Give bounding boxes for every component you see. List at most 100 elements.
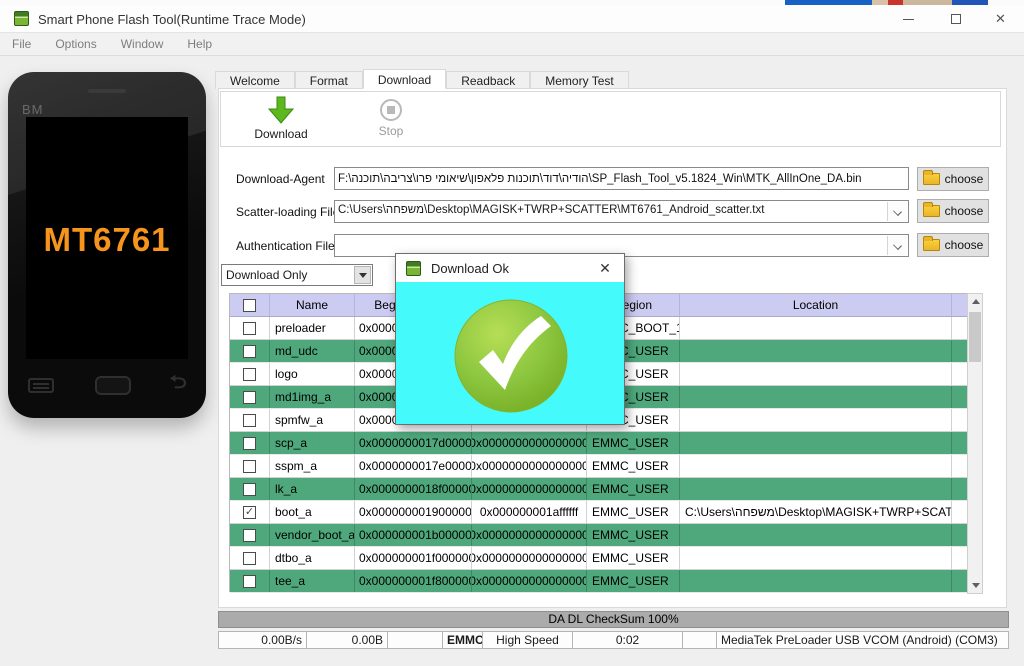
cell-region: EMMC_USER — [587, 570, 680, 592]
scroll-up-icon[interactable] — [972, 299, 980, 304]
stop-icon — [380, 99, 402, 121]
cell-region: EMMC_USER — [587, 524, 680, 546]
dialog-title-bar[interactable]: Download Ok ✕ — [396, 254, 624, 282]
spflashtool-window: Smart Phone Flash Tool(Runtime Trace Mod… — [0, 0, 1024, 666]
cell-begin: 0x0000000017e00000 — [355, 455, 472, 477]
download-ok-dialog: Download Ok ✕ — [395, 253, 625, 425]
dialog-title: Download Ok — [431, 260, 510, 276]
status-link-speed: High Speed — [483, 631, 573, 649]
mode-dropdown-button[interactable] — [354, 266, 371, 284]
table-row-scp-a[interactable]: scp_a 0x0000000017d00000 0x0000000000000… — [230, 432, 967, 455]
cell-end: 0x0000000000000000 — [472, 524, 587, 546]
scatter-choose-button[interactable]: choose — [917, 199, 989, 223]
row-checkbox[interactable] — [243, 551, 256, 565]
tab-download[interactable]: Download — [362, 69, 447, 89]
download-mode-combobox[interactable]: Download Only — [221, 264, 373, 286]
maximize-icon — [950, 14, 961, 24]
maximize-button[interactable] — [933, 5, 978, 33]
cell-name: vendor_boot_a — [270, 524, 355, 546]
header-name: Name — [270, 294, 355, 316]
cell-end: 0x0000000000000000 — [472, 570, 587, 592]
download-agent-input[interactable] — [334, 167, 909, 190]
table-row-lk-a[interactable]: lk_a 0x0000000018f00000 0x00000000000000… — [230, 478, 967, 501]
cell-name: lk_a — [270, 478, 355, 500]
row-checkbox[interactable] — [243, 528, 256, 542]
tab-welcome[interactable]: Welcome — [215, 71, 295, 89]
cell-location — [680, 570, 952, 592]
dialog-close-button[interactable]: ✕ — [596, 259, 614, 277]
scatter-dropdown-button[interactable] — [887, 202, 907, 221]
select-all-checkbox[interactable] — [243, 298, 256, 312]
chevron-down-icon — [893, 207, 902, 216]
cell-begin: 0x000000001f800000 — [355, 570, 472, 592]
row-checkbox[interactable] — [243, 413, 256, 427]
menu-options[interactable]: Options — [43, 33, 108, 56]
cell-begin: 0x0000000018f00000 — [355, 478, 472, 500]
row-checkbox[interactable] — [243, 321, 256, 335]
table-row-boot-a[interactable]: ✓ boot_a 0x0000000019000000 0x000000001a… — [230, 501, 967, 524]
minimize-button[interactable] — [886, 5, 931, 33]
table-scrollbar[interactable] — [967, 293, 983, 594]
window-title: Smart Phone Flash Tool(Runtime Trace Mod… — [38, 12, 306, 27]
tab-readback[interactable]: Readback — [446, 71, 531, 89]
cell-location — [680, 547, 952, 569]
download-agent-choose-button[interactable]: choose — [917, 167, 989, 191]
header-location: Location — [680, 294, 952, 316]
phone-nav-buttons: ⮌ — [8, 370, 206, 400]
row-checkbox[interactable] — [243, 574, 256, 588]
cell-region: EMMC_USER — [587, 455, 680, 477]
cell-name: md1img_a — [270, 386, 355, 408]
download-mode-value: Download Only — [226, 268, 308, 282]
toolbar: Download Stop — [220, 91, 1001, 147]
cell-location — [680, 455, 952, 477]
cell-begin: 0x000000001f000000 — [355, 547, 472, 569]
close-button[interactable]: ✕ — [978, 5, 1023, 33]
tab-format[interactable]: Format — [294, 71, 363, 89]
progress-bar: DA DL CheckSum 100% — [218, 611, 1009, 628]
cell-location — [680, 432, 952, 454]
stop-button[interactable]: Stop — [351, 96, 431, 146]
cell-name: scp_a — [270, 432, 355, 454]
status-bar: 0.00B/s 0.00B EMMC High Speed 0:02 Media… — [218, 631, 1009, 649]
cell-name: md_udc — [270, 340, 355, 362]
cell-end: 0x000000001affffff — [472, 501, 587, 523]
cell-location — [680, 386, 952, 408]
status-storage: EMMC — [443, 631, 483, 649]
phone-menu-icon — [28, 377, 55, 393]
row-checkbox[interactable] — [243, 482, 256, 496]
cell-location — [680, 340, 952, 362]
row-checkbox[interactable] — [243, 436, 256, 450]
folder-icon — [922, 202, 940, 217]
menu-help[interactable]: Help — [175, 33, 224, 56]
cell-end: 0x0000000000000000 — [472, 432, 587, 454]
download-button[interactable]: Download — [241, 96, 321, 146]
menu-window[interactable]: Window — [109, 33, 176, 56]
menu-file[interactable]: File — [0, 33, 43, 56]
auth-file-label: Authentication File — [236, 239, 335, 253]
row-checkbox[interactable] — [243, 390, 256, 404]
table-row-tee-a[interactable]: tee_a 0x000000001f800000 0x0000000000000… — [230, 570, 967, 593]
tab-bar: Welcome Format Download Readback Memory … — [215, 69, 629, 89]
row-checkbox[interactable] — [243, 344, 256, 358]
tab-memory-test[interactable]: Memory Test — [530, 71, 629, 89]
table-row-vendor-boot-a[interactable]: vendor_boot_a 0x000000001b000000 0x00000… — [230, 524, 967, 547]
phone-model-label: MT6761 — [43, 221, 171, 258]
row-checkbox[interactable] — [243, 367, 256, 381]
scroll-down-icon[interactable] — [972, 583, 980, 588]
auth-dropdown-button[interactable] — [887, 236, 907, 255]
cell-name: preloader — [270, 317, 355, 339]
row-checkbox[interactable] — [243, 459, 256, 473]
status-speed: 0.00B/s — [218, 631, 307, 649]
table-row-dtbo-a[interactable]: dtbo_a 0x000000001f000000 0x000000000000… — [230, 547, 967, 570]
scatter-file-label: Scatter-loading File — [236, 205, 340, 219]
scatter-file-combobox[interactable]: C:\Users\משפחה\Desktop\MAGISK+TWRP+SCATT… — [334, 200, 909, 223]
cell-location — [680, 317, 952, 339]
auth-choose-button[interactable]: choose — [917, 233, 989, 257]
row-checkbox-checked[interactable]: ✓ — [243, 505, 256, 519]
cell-end: 0x0000000000000000 — [472, 478, 587, 500]
table-row-sspm-a[interactable]: sspm_a 0x0000000017e00000 0x000000000000… — [230, 455, 967, 478]
cell-end: 0x0000000000000000 — [472, 547, 587, 569]
cell-end: 0x0000000000000000 — [472, 455, 587, 477]
download-button-label: Download — [254, 127, 308, 141]
scrollbar-thumb[interactable] — [969, 312, 981, 362]
